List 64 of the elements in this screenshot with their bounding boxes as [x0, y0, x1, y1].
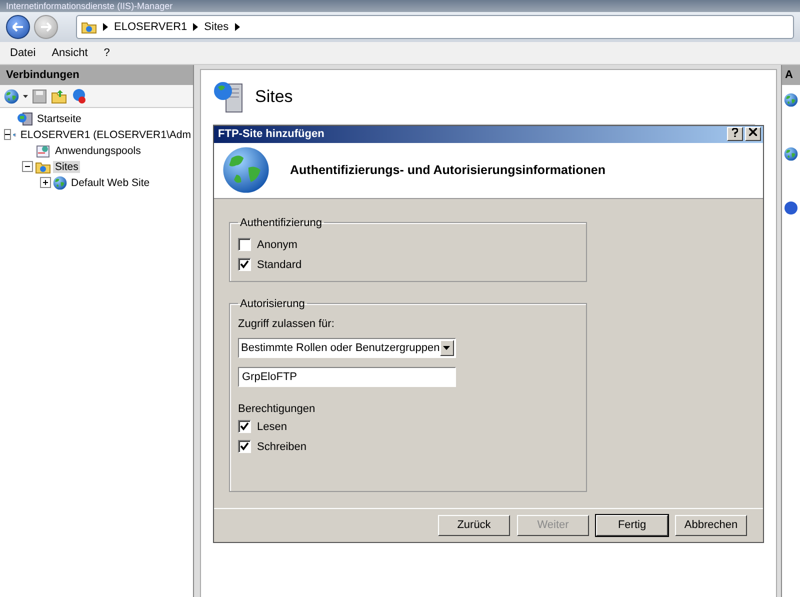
checkbox-label: Anonym: [257, 238, 298, 251]
chevron-icon: [193, 23, 198, 31]
tree-item[interactable]: Startseite: [35, 112, 84, 124]
tree-item[interactable]: Sites: [53, 160, 80, 172]
collapse-toggle[interactable]: [22, 161, 33, 172]
globe-icon: [53, 176, 67, 190]
section-label: Berechtigungen: [238, 402, 316, 415]
minus-icon: [5, 132, 10, 137]
breadcrumb-item[interactable]: Sites: [204, 21, 229, 33]
home-page-icon: [17, 112, 33, 126]
menu-item[interactable]: ?: [104, 47, 110, 59]
field-label: Zugriff zulassen für:: [238, 318, 336, 330]
checkbox-label: Lesen: [257, 420, 287, 433]
back-arrow-icon: [12, 22, 24, 32]
dialog-button[interactable]: Abbrechen: [675, 514, 747, 536]
action-globe-icon: [784, 147, 798, 161]
tree-item[interactable]: ELOSERVER1 (ELOSERVER1\Adm: [18, 128, 193, 140]
connect-globe-icon: [4, 88, 19, 104]
page-title: Sites: [255, 87, 293, 107]
plus-icon: [43, 180, 48, 185]
dialog-button[interactable]: Fertig: [596, 514, 668, 536]
menu-item[interactable]: Ansicht: [52, 47, 88, 59]
access-dropdown[interactable]: Bestimmte Rollen oder Benutzergruppen: [238, 338, 456, 358]
sites-server-icon: [213, 80, 245, 114]
tree-item[interactable]: Default Web Site: [69, 176, 152, 188]
checkbox[interactable]: [238, 258, 251, 272]
folder-icon: [81, 20, 97, 34]
collapse-toggle[interactable]: [4, 129, 11, 140]
minus-icon: [25, 164, 30, 169]
users-input-field[interactable]: GrpEloFTP: [238, 366, 456, 387]
sites-folder-icon: [35, 160, 51, 174]
action-globe-icon: [784, 93, 798, 107]
breadcrumb-item[interactable]: ELOSERVER1: [114, 21, 188, 33]
dialog-button[interactable]: Zurück: [438, 514, 510, 536]
address-bar[interactable]: ELOSERVER1 Sites: [76, 15, 794, 39]
globe-icon: [222, 146, 270, 194]
expand-toggle[interactable]: [40, 177, 51, 188]
back-button[interactable]: [6, 15, 30, 39]
tree-item[interactable]: Anwendungspools: [53, 144, 143, 156]
dropdown-arrow-icon[interactable]: [23, 94, 28, 98]
folder-up-icon[interactable]: [51, 88, 67, 104]
checkbox[interactable]: [238, 238, 251, 252]
checkbox-label: Standard: [257, 258, 302, 271]
group-title: Authentifizierung: [239, 216, 323, 229]
checkbox[interactable]: [238, 440, 251, 454]
chevron-icon: [103, 23, 108, 31]
disconnect-icon[interactable]: [71, 88, 87, 104]
chevron-icon: [234, 23, 240, 31]
help-button[interactable]: [727, 127, 743, 142]
window-title: Internetinformationsdienste (IIS)-Manager: [6, 1, 173, 11]
forward-arrow-icon: [40, 22, 52, 32]
panel-title: A: [785, 69, 793, 81]
dropdown-arrow-icon: [443, 346, 450, 350]
group-title: Autorisierung: [239, 298, 306, 310]
panel-title: Verbindungen: [6, 69, 80, 81]
question-mark-icon: [732, 128, 738, 138]
dialog-title: FTP-Site hinzufügen: [218, 128, 324, 140]
application-pools-icon: [35, 144, 51, 158]
checkbox[interactable]: [238, 420, 251, 434]
close-icon: [749, 128, 757, 136]
dialog-heading: Authentifizierungs- und Autorisierungsinformationen: [290, 163, 606, 178]
checkbox-label: Schreiben: [257, 440, 307, 453]
menu-item[interactable]: Datei: [10, 47, 36, 59]
close-button[interactable]: [745, 127, 761, 142]
